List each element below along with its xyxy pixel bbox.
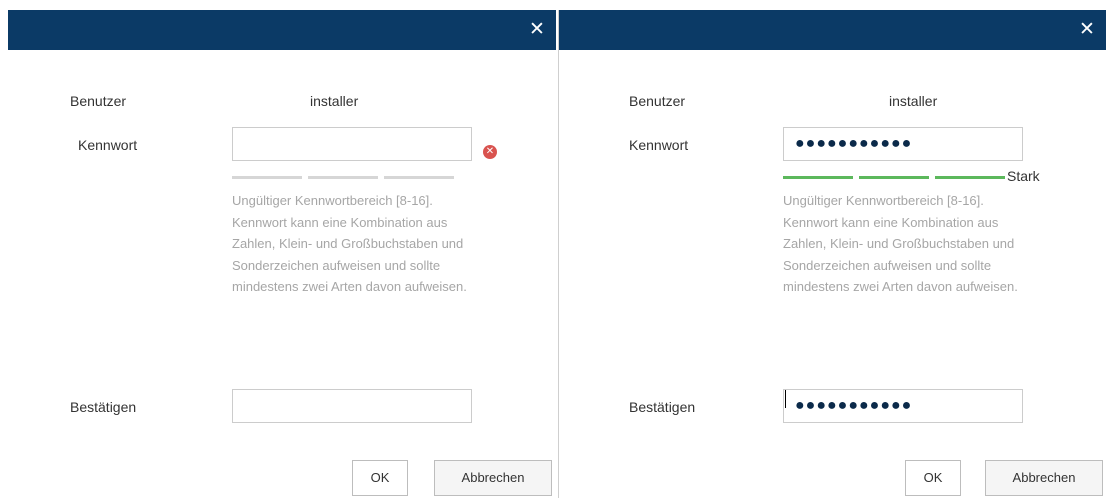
user-label: Benutzer (629, 93, 686, 109)
password-strength-meter (783, 176, 1005, 179)
user-value: installer (310, 93, 359, 109)
password-strength-meter (232, 176, 454, 179)
text-caret (785, 390, 786, 408)
password-strength-label: Stark (1007, 168, 1040, 184)
screenshot-stage: ✕ Benutzer installer Kennwort ✕ Ungültig… (0, 0, 1106, 498)
close-icon[interactable]: ✕ (1076, 19, 1098, 41)
user-label: Benutzer (70, 93, 127, 109)
confirm-input[interactable] (232, 389, 472, 423)
change-password-dialog-strong: ✕ Benutzer installer Kennwort ●●●●●●●●●●… (558, 10, 1106, 498)
password-hint: Ungültiger Kennwortbereich [8-16]. Kennw… (232, 193, 467, 294)
password-input[interactable] (232, 127, 472, 161)
confirm-label: Bestätigen (70, 399, 137, 415)
change-password-dialog-invalid: ✕ Benutzer installer Kennwort ✕ Ungültig… (8, 10, 556, 498)
x-circle-icon: ✕ (483, 145, 497, 159)
ok-button[interactable]: OK (352, 460, 408, 496)
password-label: Kennwort (629, 137, 689, 153)
confirm-input[interactable]: ●●●●●●●●●●● (783, 389, 1023, 423)
dialog-titlebar: ✕ (8, 10, 556, 50)
password-label: Kennwort (78, 137, 138, 153)
dialog-titlebar: ✕ (559, 10, 1106, 50)
strength-segment-3 (384, 176, 454, 179)
strength-segment-3 (935, 176, 1005, 179)
ok-button[interactable]: OK (905, 460, 961, 496)
confirm-input-value: ●●●●●●●●●●● (795, 397, 913, 414)
user-value: installer (889, 93, 938, 109)
strength-segment-1 (783, 176, 853, 179)
strength-segment-1 (232, 176, 302, 179)
password-input[interactable]: ●●●●●●●●●●● (783, 127, 1023, 161)
close-icon[interactable]: ✕ (526, 19, 548, 41)
cancel-button[interactable]: Abbrechen (434, 460, 552, 496)
cancel-button[interactable]: Abbrechen (985, 460, 1103, 496)
strength-segment-2 (859, 176, 929, 179)
password-hint: Ungültiger Kennwortbereich [8-16]. Kennw… (783, 193, 1018, 294)
strength-segment-2 (308, 176, 378, 179)
confirm-label: Bestätigen (629, 399, 696, 415)
password-input-value: ●●●●●●●●●●● (795, 135, 913, 152)
